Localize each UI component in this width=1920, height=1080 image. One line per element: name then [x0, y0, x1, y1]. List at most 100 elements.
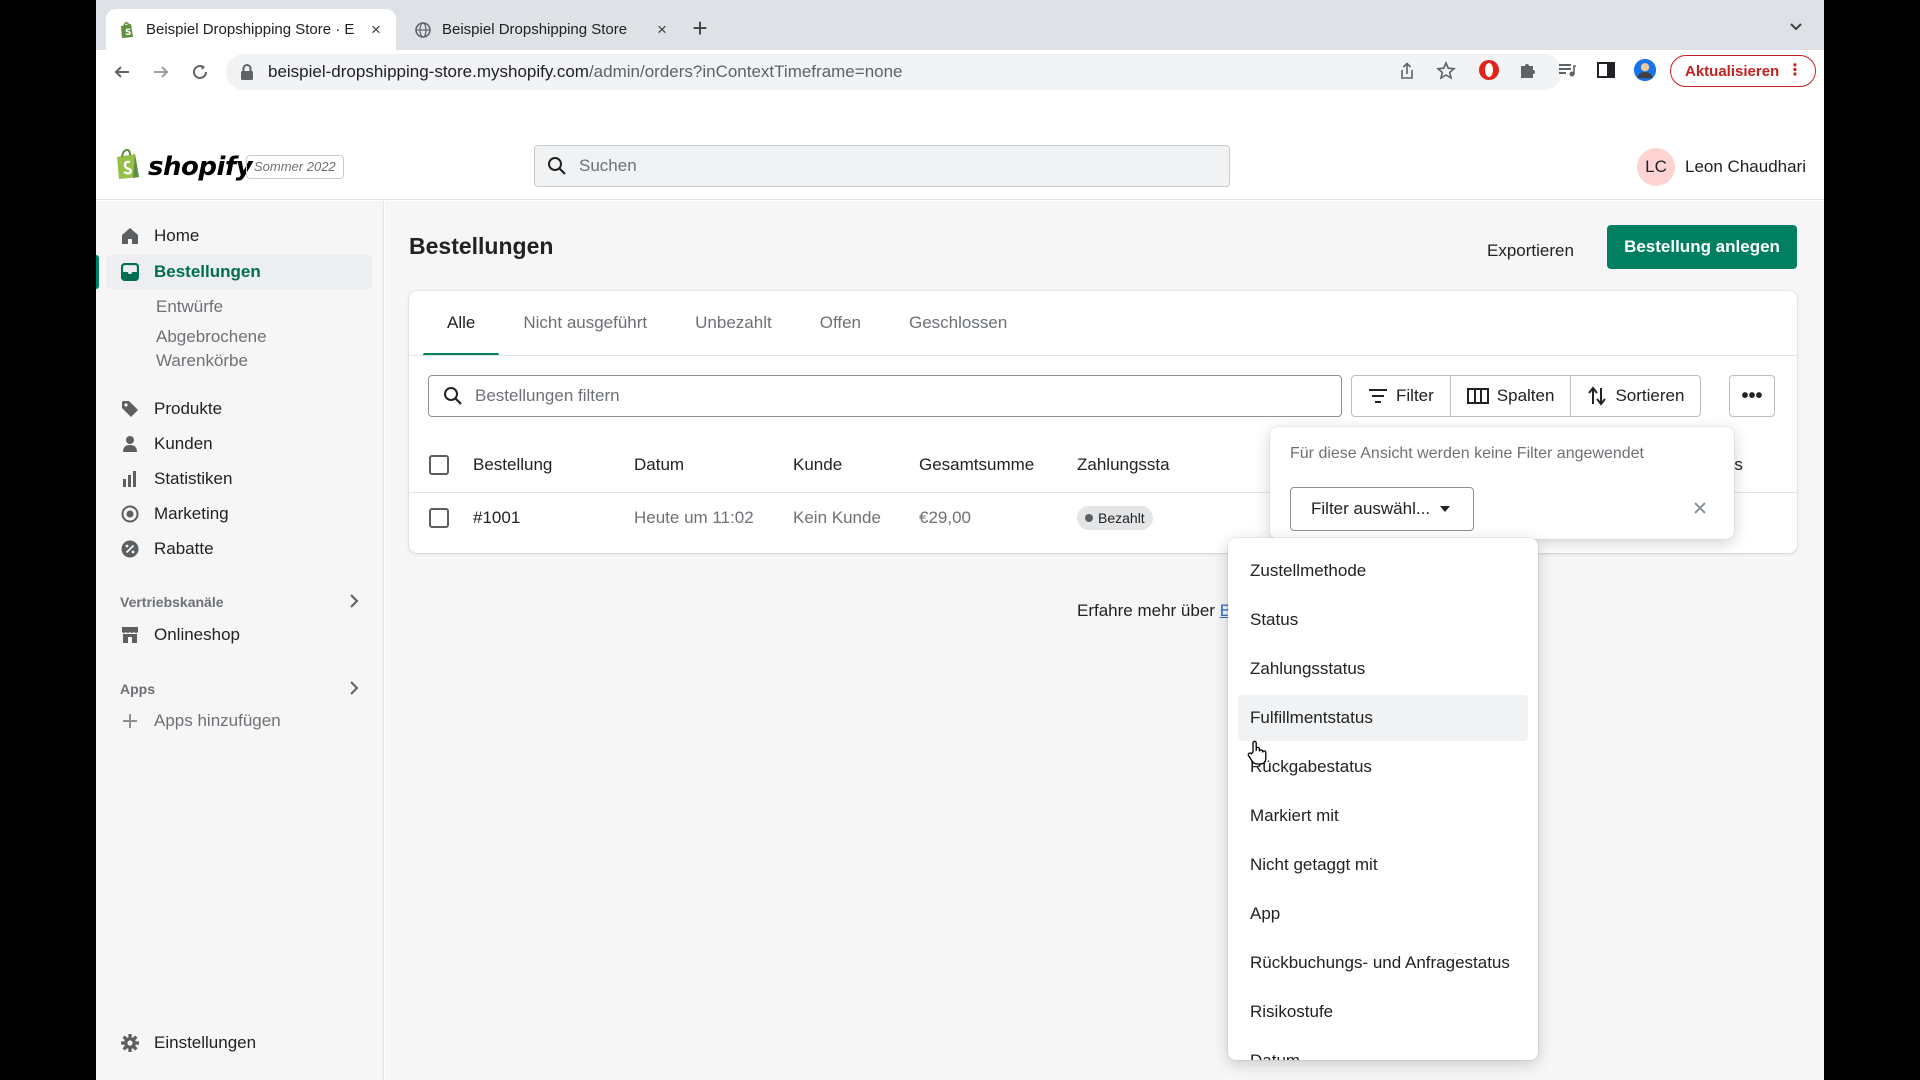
sidebar-item-label: Produkte	[154, 399, 223, 418]
column-header-order[interactable]: Bestellung	[473, 437, 552, 493]
url-host: beispiel-dropshipping-store.myshopify.co…	[268, 62, 589, 81]
filter-select-button[interactable]: Filter auswähl...	[1290, 487, 1474, 531]
new-tab-icon[interactable]: +	[686, 14, 714, 42]
browser-tab-title: Beispiel Dropshipping Store · E	[146, 21, 355, 38]
filter-option[interactable]: Zustellmethode	[1238, 548, 1528, 594]
filter-option[interactable]: Rückgabestatus	[1238, 744, 1528, 790]
tab-open[interactable]: Offen	[796, 291, 885, 355]
address-bar[interactable]: beispiel-dropshipping-store.myshopify.co…	[226, 54, 1562, 90]
close-tab-icon[interactable]: ×	[654, 21, 670, 38]
reload-icon[interactable]	[186, 58, 214, 86]
filter-option[interactable]: Zahlungsstatus	[1238, 646, 1528, 692]
select-all-checkbox[interactable]	[429, 455, 449, 475]
orders-filter-input[interactable]: Bestellungen filtern	[428, 375, 1342, 417]
shopify-topbar: shopify Sommer 2022 Suchen LC Leon Chaud…	[96, 132, 1824, 200]
global-search-input[interactable]: Suchen	[534, 145, 1230, 187]
close-tab-icon[interactable]: ×	[368, 21, 384, 38]
puzzle-extension-icon[interactable]	[1516, 58, 1540, 82]
globe-icon	[414, 21, 432, 39]
reading-list-icon[interactable]	[1555, 58, 1579, 82]
sidebar-item-settings[interactable]: Einstellungen	[106, 1026, 372, 1060]
status-badge: Bezahlt	[1077, 506, 1153, 530]
edition-badge[interactable]: Sommer 2022	[246, 155, 344, 179]
filter-option[interactable]: Datum	[1238, 1038, 1528, 1060]
tab-all[interactable]: Alle	[423, 291, 500, 356]
browser-tab[interactable]: Beispiel Dropshipping Store ×	[402, 9, 682, 50]
filter-option[interactable]: Markiert mit	[1238, 793, 1528, 839]
chevron-right-icon[interactable]	[346, 680, 362, 696]
tab-closed[interactable]: Geschlossen	[885, 291, 1031, 355]
row-checkbox[interactable]	[429, 508, 449, 528]
filter-option[interactable]: Nicht getaggt mit	[1238, 842, 1528, 888]
share-icon[interactable]	[1396, 60, 1418, 82]
column-header-date[interactable]: Datum	[634, 437, 684, 493]
kebab-menu-icon[interactable]: ⋮	[1787, 62, 1803, 80]
lock-icon	[240, 64, 256, 80]
sidebar-item-label: Home	[154, 226, 200, 245]
forward-arrow-icon[interactable]	[147, 58, 175, 86]
learn-more-text: Erfahre mehr über B	[1077, 601, 1231, 621]
sidebar-item-online-store[interactable]: Onlineshop	[106, 618, 372, 652]
chevron-down-icon[interactable]	[1786, 16, 1806, 36]
column-header-payment-status[interactable]: Zahlungssta	[1077, 437, 1170, 493]
sidebar-item-drafts[interactable]: Entwürfe	[106, 290, 372, 324]
caret-down-icon	[1440, 506, 1451, 512]
user-menu[interactable]: LC Leon Chaudhari	[1637, 148, 1806, 186]
filter-placeholder: Bestellungen filtern	[475, 386, 620, 405]
tabs-divider	[409, 355, 1797, 356]
home-icon	[120, 226, 140, 246]
close-icon[interactable]	[1692, 500, 1710, 518]
sidebar-item-analytics[interactable]: Statistiken	[106, 462, 372, 496]
chevron-right-icon[interactable]	[346, 593, 362, 609]
sidebar-item-add-apps[interactable]: Apps hinzufügen	[106, 704, 372, 738]
browser-tab-active[interactable]: S Beispiel Dropshipping Store · E ×	[106, 9, 396, 50]
filter-option[interactable]: Status	[1238, 597, 1528, 643]
bookmark-star-icon[interactable]	[1435, 60, 1457, 82]
filter-option-hovered[interactable]: Fulfillmentstatus	[1238, 695, 1528, 741]
order-date: Heute um 11:02	[634, 508, 754, 527]
opera-extension-icon[interactable]	[1477, 58, 1501, 82]
side-panel-icon[interactable]	[1594, 58, 1618, 82]
tab-unfulfilled[interactable]: Nicht ausgeführt	[499, 291, 671, 355]
user-name: Leon Chaudhari	[1685, 157, 1806, 176]
filter-option[interactable]: Rückbuchungs- und Anfragestatus	[1238, 940, 1528, 986]
person-icon	[120, 434, 140, 454]
sidebar-item-orders[interactable]: Bestellungen	[106, 255, 372, 289]
search-placeholder: Suchen	[579, 156, 637, 175]
svg-text:S: S	[125, 28, 131, 38]
page-title: Bestellungen	[409, 233, 554, 259]
order-number[interactable]: #1001	[473, 494, 520, 542]
back-arrow-icon[interactable]	[108, 58, 136, 86]
filter-button[interactable]: Filter	[1352, 376, 1451, 416]
plus-icon	[120, 711, 140, 731]
orders-tabs: Alle Nicht ausgeführt Unbezahlt Offen Ge…	[423, 291, 1031, 356]
column-header-total[interactable]: Gesamtsumme	[919, 437, 1034, 493]
sort-button-label: Sortieren	[1615, 386, 1685, 405]
tab-unpaid[interactable]: Unbezahlt	[671, 291, 796, 355]
sidebar-item-customers[interactable]: Kunden	[106, 427, 372, 461]
column-header-customer[interactable]: Kunde	[793, 437, 842, 493]
filter-option[interactable]: App	[1238, 891, 1528, 937]
filter-select-label: Filter auswähl...	[1311, 499, 1431, 518]
shopify-logo[interactable]: shopify	[114, 148, 253, 185]
update-browser-button[interactable]: Aktualisieren ⋮	[1670, 55, 1816, 87]
profile-avatar-icon[interactable]	[1633, 58, 1657, 82]
columns-button[interactable]: Spalten	[1451, 376, 1572, 416]
filter-option[interactable]: Risikostufe	[1238, 989, 1528, 1035]
sidebar-item-products[interactable]: Produkte	[106, 392, 372, 426]
sidebar-item-abandoned-checkouts[interactable]: Abgebrochene Warenkörbe	[106, 325, 372, 373]
sidebar-item-home[interactable]: Home	[106, 219, 372, 253]
sidebar-item-label: Abgebrochene Warenkörbe	[156, 327, 267, 370]
more-actions-button[interactable]: •••	[1729, 375, 1775, 417]
export-button[interactable]: Exportieren	[1475, 233, 1586, 269]
sidebar-item-marketing[interactable]: Marketing	[106, 497, 372, 531]
main-content: Bestellungen Exportieren Bestellung anle…	[385, 201, 1824, 1080]
sidebar-item-label: Kunden	[154, 434, 213, 453]
active-nav-indicator	[96, 255, 99, 289]
bar-chart-icon	[120, 469, 140, 489]
create-order-button[interactable]: Bestellung anlegen	[1607, 225, 1797, 269]
sidebar-item-discounts[interactable]: Rabatte	[106, 532, 372, 566]
screen: S Beispiel Dropshipping Store · E × Beis…	[96, 0, 1824, 1080]
sort-button[interactable]: Sortieren	[1571, 376, 1700, 416]
columns-icon	[1466, 388, 1489, 404]
